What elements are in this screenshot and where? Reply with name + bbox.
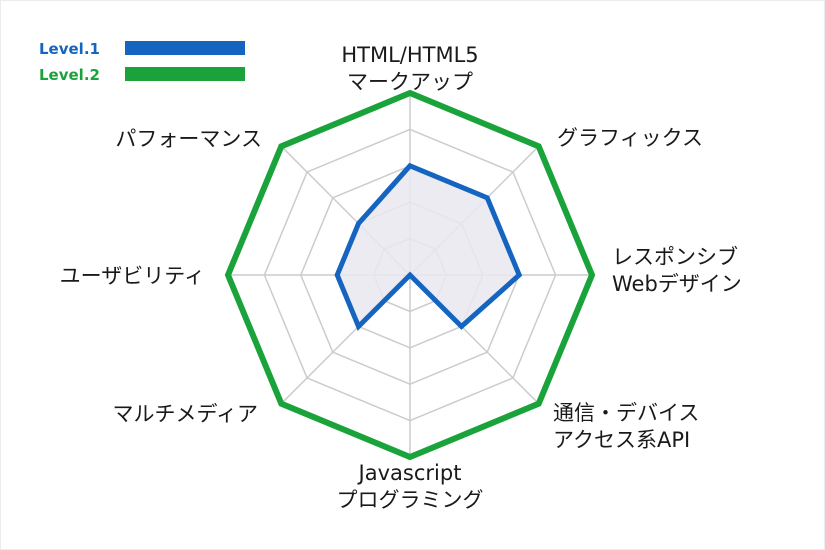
axis-label-line: Javascript <box>357 461 462 485</box>
axis-label-line: レスポンシブ <box>612 245 738 269</box>
axis-label-line: アクセス系API <box>553 428 690 452</box>
legend: Level.1 Level.2 <box>39 40 245 84</box>
axis-label-line: マルチメディア <box>112 402 258 426</box>
axis-label-5: Javascript プログラミング <box>337 461 484 512</box>
axis-label-line: プログラミング <box>337 488 484 512</box>
axis-label-4: 通信・デバイスアクセス系API <box>553 401 699 452</box>
axis-label-line: HTML/HTML5 <box>341 43 478 67</box>
axis-label-line: マークアップ <box>347 70 473 94</box>
axis-label-line: パフォーマンス <box>115 127 262 151</box>
radar-chart: HTML/HTML5 マークアップグラフィックスレスポンシブ Webデザイン通信・デ… <box>39 40 742 512</box>
axis-label-6: マルチメディア <box>112 402 258 426</box>
axis-label-2: グラフィックス <box>557 126 703 150</box>
axis-label-line: 通信・デバイス <box>553 401 699 425</box>
legend-label-2: Level.2 <box>39 66 100 84</box>
axis-label-line: ユーザビリティ <box>60 264 205 288</box>
axis-label-8: パフォーマンス <box>115 127 262 151</box>
axis-label-1: HTML/HTML5 マークアップ <box>341 43 478 94</box>
legend-label-1: Level.1 <box>39 40 100 58</box>
axis-label-3: レスポンシブ Webデザイン <box>612 245 742 296</box>
legend-swatch-2 <box>125 67 245 81</box>
legend-swatch-1 <box>125 41 245 55</box>
axis-label-line: グラフィックス <box>557 126 703 150</box>
axis-label-line: Webデザイン <box>612 272 742 296</box>
axis-label-7: ユーザビリティ <box>60 264 205 288</box>
